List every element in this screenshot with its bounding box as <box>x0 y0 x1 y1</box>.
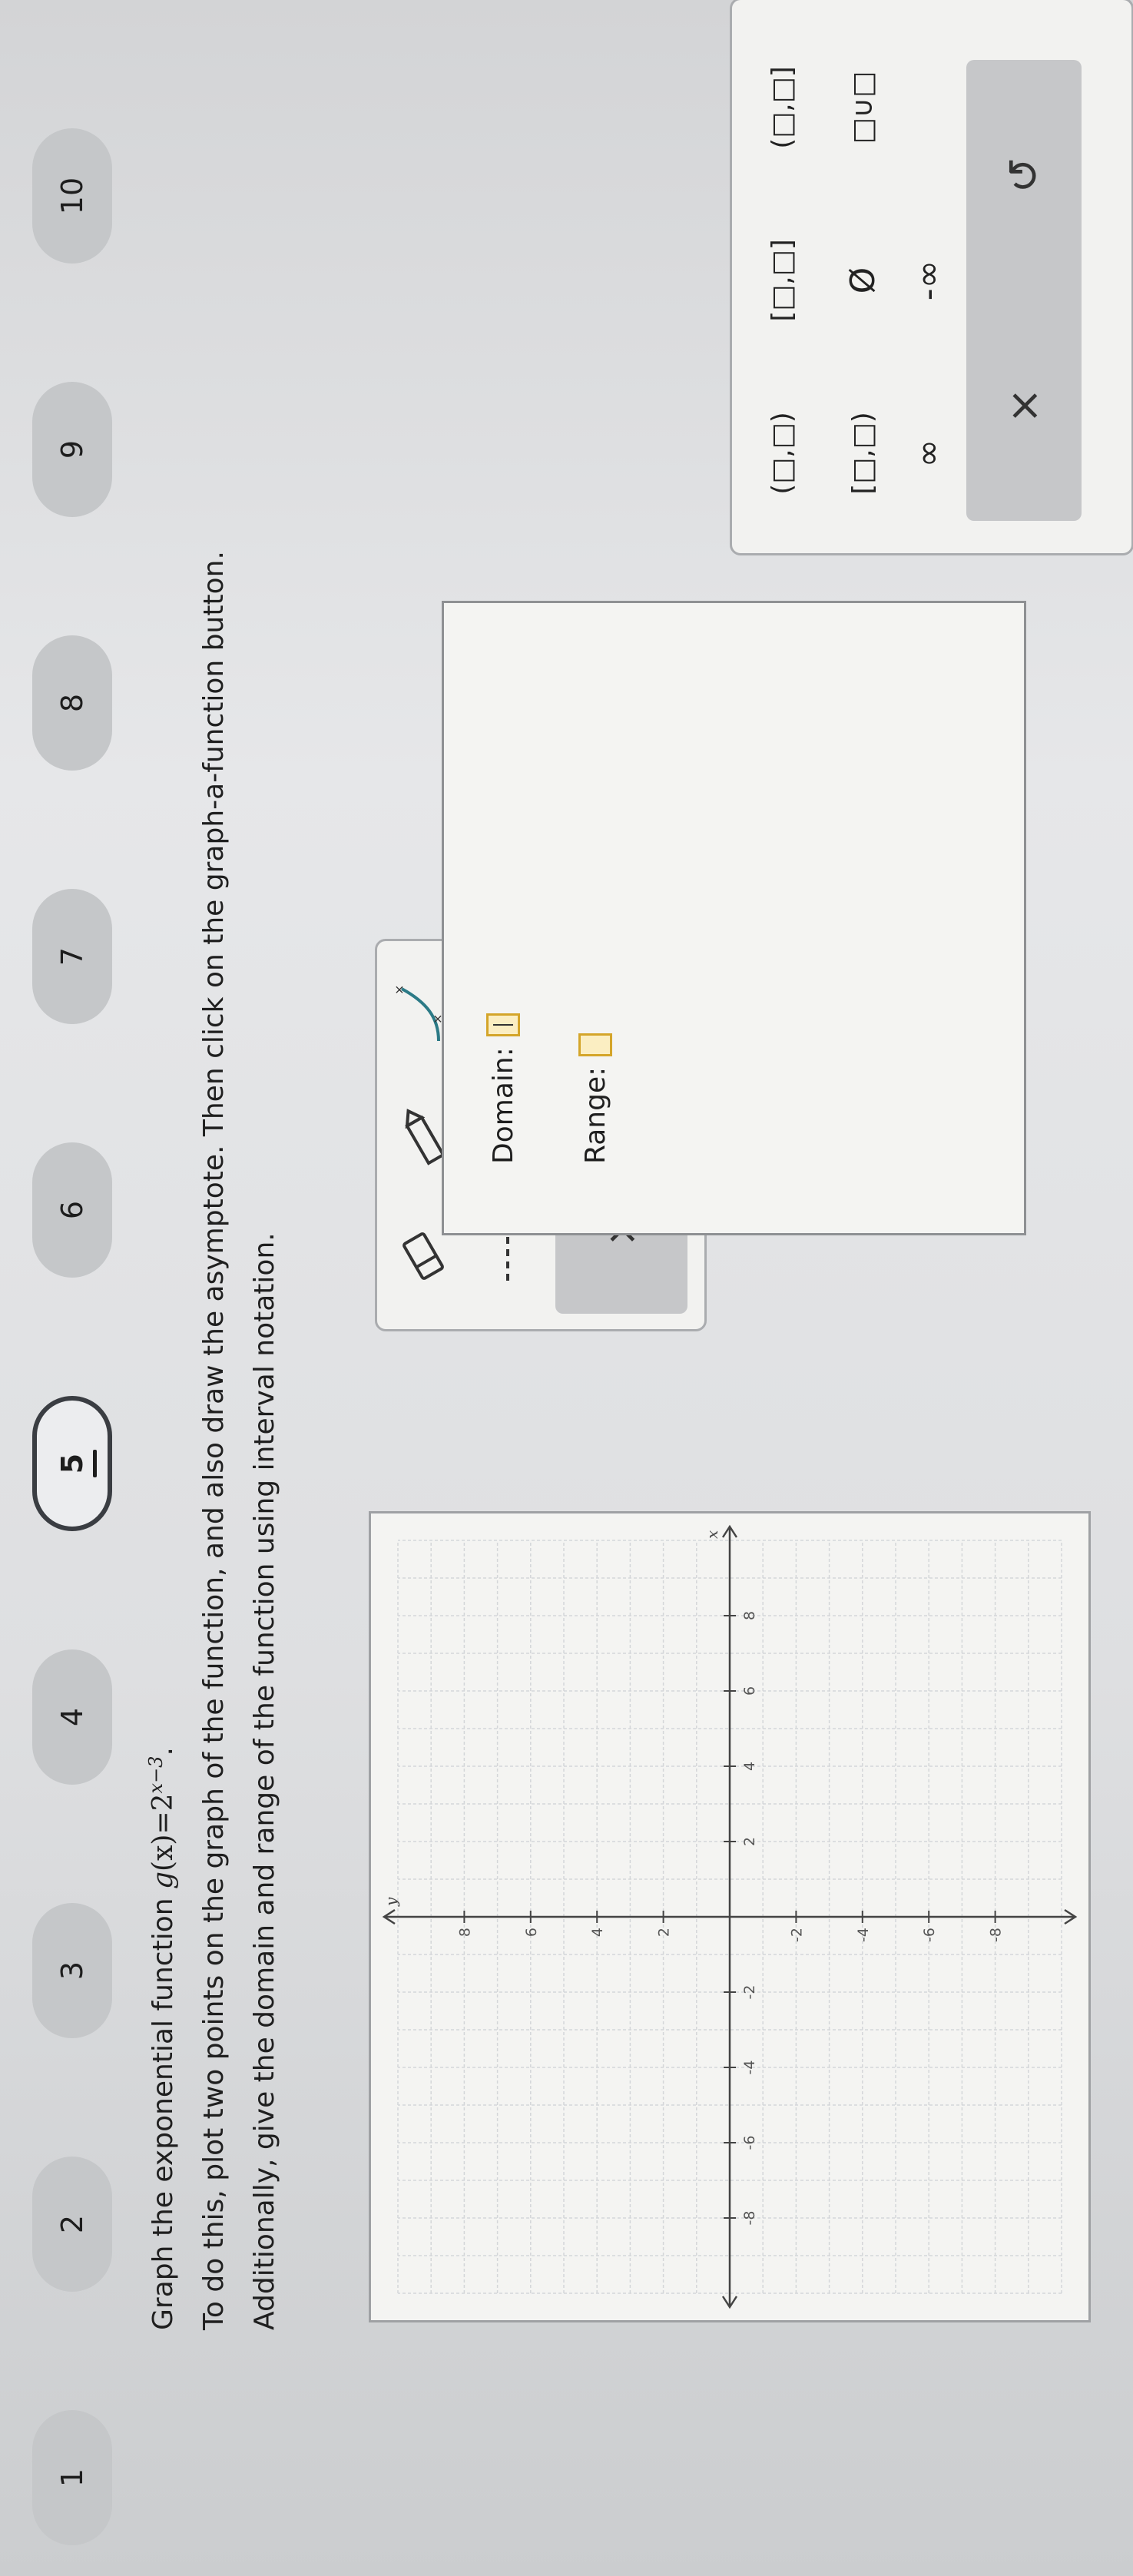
key-infinity[interactable]: ∞ <box>893 376 962 530</box>
x-tick-label: -8 <box>741 2211 758 2226</box>
svg-text:×: × <box>393 985 406 995</box>
range-input[interactable] <box>578 1033 612 1056</box>
function-base: =2 <box>147 1793 179 1835</box>
question-10-button[interactable]: 10 <box>32 128 112 264</box>
x-tick-label: 8 <box>741 1611 758 1620</box>
question-6-button[interactable]: 6 <box>32 1142 112 1278</box>
x-tick-label: 6 <box>741 1686 758 1696</box>
key-open-closed-interval[interactable]: (□,□] <box>747 31 817 184</box>
range-row: Range: <box>578 1033 612 1164</box>
key-union[interactable]: □∪□ <box>828 31 897 184</box>
undo-answer-button[interactable]: ↺ <box>966 83 1082 267</box>
key-closed-open-interval[interactable]: [□,□) <box>828 376 897 530</box>
y-tick-label: -8 <box>988 1928 1005 1942</box>
graph-panel[interactable]: -8 -8 -6 -6 -4 -4 -2 -2 2 2 4 4 6 6 8 8 x y <box>369 1511 1091 2322</box>
key-empty-set[interactable]: Ø <box>828 204 897 357</box>
function-name: g <box>147 1871 179 1889</box>
page: 1 2 3 4 5 6 7 8 9 10 Graph the exponenti… <box>0 0 1133 2576</box>
y-axis-label: y <box>382 1897 400 1907</box>
prompt-intro: Graph the exponential function <box>147 1889 179 2330</box>
clear-answer-button[interactable]: × <box>966 313 1082 498</box>
question-1-button[interactable]: 1 <box>32 2410 112 2545</box>
prompt-line-3: Additionally, give the domain and range … <box>249 1232 280 2330</box>
y-tick-label: -2 <box>788 1928 805 1942</box>
answer-box: Domain: Range: <box>442 601 1026 1235</box>
y-tick-label: 8 <box>456 1928 473 1937</box>
y-tick-label: 2 <box>656 1928 673 1937</box>
question-2-button[interactable]: 2 <box>32 2157 112 2292</box>
key-closed-interval[interactable]: [□,□] <box>747 204 817 357</box>
y-tick-label: 6 <box>523 1928 540 1937</box>
question-5-button[interactable]: 5 <box>32 1396 112 1531</box>
y-tick-label: -6 <box>921 1928 938 1942</box>
keypad-action-bar: × ↺ <box>966 60 1082 521</box>
domain-input[interactable] <box>486 1013 520 1037</box>
y-tick-label: 4 <box>589 1928 606 1937</box>
key-open-interval[interactable]: (□,□) <box>747 376 817 530</box>
domain-label: Domain: <box>487 1047 519 1164</box>
domain-row: Domain: <box>486 1013 520 1164</box>
question-8-button[interactable]: 8 <box>32 635 112 771</box>
x-tick-label: 2 <box>741 1837 758 1846</box>
prompt-period: . <box>147 1747 179 1756</box>
interval-keypad: (□,□) [□,□] (□,□] [□,□) Ø □∪□ ∞ -∞ × ↺ <box>730 0 1133 555</box>
x-axis-label: x <box>703 1530 721 1539</box>
y-tick-label: -4 <box>855 1928 872 1942</box>
key-negative-infinity[interactable]: -∞ <box>893 204 962 357</box>
x-tick-label: -6 <box>741 2136 758 2150</box>
range-label: Range: <box>579 1066 611 1164</box>
function-expression: g(x)=2x−3 <box>145 1755 179 1889</box>
prompt-line-1: Graph the exponential function g(x)=2x−3… <box>134 25 185 2330</box>
question-navigation: 1 2 3 4 5 6 7 8 9 10 <box>32 0 117 2576</box>
coordinate-grid[interactable]: -8 -8 -6 -6 -4 -4 -2 -2 2 2 4 4 6 6 8 8 x y <box>371 1513 1088 2320</box>
x-tick-label: -4 <box>741 2060 758 2075</box>
prompt-line-2: To do this, plot two points on the graph… <box>198 551 230 2330</box>
function-argument: (x) <box>147 1834 179 1871</box>
question-7-button[interactable]: 7 <box>32 889 112 1024</box>
function-exponent: x−3 <box>145 1755 167 1794</box>
question-prompt: Graph the exponential function g(x)=2x−3… <box>134 25 294 2330</box>
question-9-button[interactable]: 9 <box>32 382 112 517</box>
x-tick-label: -2 <box>741 1985 758 2000</box>
question-3-button[interactable]: 3 <box>32 1903 112 2038</box>
question-4-button[interactable]: 4 <box>32 1649 112 1785</box>
x-tick-label: 4 <box>741 1762 758 1771</box>
